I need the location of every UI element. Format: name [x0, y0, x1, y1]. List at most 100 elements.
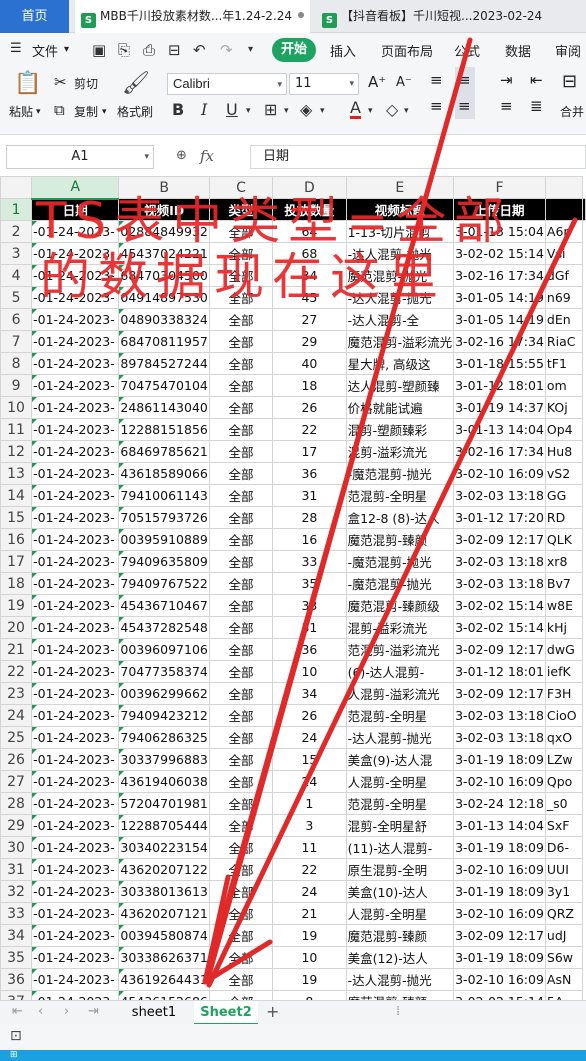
- borders-icon[interactable]: ⊞: [264, 100, 277, 119]
- table-cell[interactable]: -魔范混剪-抛光: [345, 572, 455, 595]
- align-center-icon[interactable]: ≡: [458, 97, 471, 115]
- table-cell[interactable]: dEn: [544, 308, 584, 331]
- scissors-icon[interactable]: ✂: [54, 73, 67, 91]
- paste-button[interactable]: 粘贴: [9, 103, 33, 120]
- table-cell[interactable]: -01-24-2023-: [31, 418, 120, 441]
- table-cell[interactable]: -01-24-2023-: [31, 506, 120, 529]
- eraser-icon[interactable]: ◇: [386, 100, 398, 119]
- table-cell[interactable]: 魔范混剪-臻颜级: [345, 594, 455, 617]
- table-cell[interactable]: 70477358374: [118, 660, 210, 683]
- table-cell[interactable]: (6)-达人混剪-: [345, 660, 455, 683]
- undo-icon[interactable]: ↶: [193, 41, 206, 59]
- table-cell[interactable]: 美盒(9)-达人混: [345, 748, 455, 771]
- header-cell[interactable]: 视频ID: [118, 198, 210, 221]
- table-cell[interactable]: 3-02-02 15:14: [453, 594, 546, 617]
- row-number[interactable]: 6: [0, 308, 33, 331]
- menu-start[interactable]: 开始: [272, 38, 316, 62]
- table-cell[interactable]: 17: [272, 440, 347, 463]
- table-cell[interactable]: 3-02-10 16:09: [453, 462, 546, 485]
- table-cell[interactable]: -01-24-2023-: [31, 352, 120, 375]
- row-number[interactable]: 8: [0, 352, 33, 375]
- row-number[interactable]: 5: [0, 286, 33, 309]
- save-icon[interactable]: ▣: [92, 41, 106, 59]
- table-cell[interactable]: 混剪-全明星舒: [345, 814, 455, 837]
- indent-icon[interactable]: ⇥: [500, 71, 513, 89]
- table-cell[interactable]: -01-24-2023-: [31, 550, 120, 573]
- table-cell[interactable]: 28: [272, 506, 347, 529]
- table-cell[interactable]: 3-02-24 12:18: [453, 792, 546, 815]
- font-size-select[interactable]: 11 ▾: [289, 73, 359, 95]
- column-header-g[interactable]: [544, 176, 584, 199]
- table-cell[interactable]: 45436152686: [118, 990, 210, 1000]
- table-cell[interactable]: 混剪-溢彩流光: [345, 616, 455, 639]
- font-color-icon[interactable]: A: [350, 100, 361, 119]
- table-cell[interactable]: 89784527244: [118, 352, 210, 375]
- next-sheet-icon[interactable]: ›: [64, 1004, 69, 1019]
- table-cell[interactable]: 原生混剪-全明: [345, 858, 455, 881]
- row-number[interactable]: 18: [0, 572, 33, 595]
- table-cell[interactable]: -01-24-2023-: [31, 286, 120, 309]
- table-cell[interactable]: -01-24-2023-: [31, 528, 120, 551]
- table-cell[interactable]: 45: [272, 286, 347, 309]
- table-cell[interactable]: KOj: [544, 396, 584, 419]
- table-cell[interactable]: 79406286325: [118, 726, 210, 749]
- row-number[interactable]: 36: [0, 968, 33, 991]
- last-sheet-icon[interactable]: ⇥: [88, 1004, 99, 1019]
- table-cell[interactable]: 3-02-03 13:18: [453, 726, 546, 749]
- prev-sheet-icon[interactable]: ‹: [38, 1004, 43, 1019]
- fill-color-icon[interactable]: ◈: [300, 100, 312, 119]
- table-cell[interactable]: 人混剪-全明星: [345, 770, 455, 793]
- redo-icon[interactable]: ↷: [220, 41, 233, 59]
- merge-cells-icon[interactable]: ⊟: [562, 71, 577, 92]
- table-cell[interactable]: 全部: [208, 220, 274, 243]
- table-cell[interactable]: 全部: [208, 704, 274, 727]
- table-cell[interactable]: 人混剪-溢彩流光: [345, 682, 455, 705]
- chevron-down-icon[interactable]: ▾: [320, 106, 325, 116]
- table-cell[interactable]: (11)-达人混剪-: [345, 836, 455, 859]
- row-number[interactable]: 1: [0, 198, 33, 221]
- sheet-tab-sheet2[interactable]: Sheet2: [194, 1001, 258, 1025]
- cut-button[interactable]: 剪切: [74, 75, 98, 92]
- table-cell[interactable]: 43620207121: [118, 902, 210, 925]
- table-cell[interactable]: 45437024221: [118, 242, 210, 265]
- column-header-c[interactable]: C: [208, 176, 274, 199]
- table-cell[interactable]: -01-24-2023-: [31, 770, 120, 793]
- table-cell[interactable]: 全部: [208, 880, 274, 903]
- table-cell[interactable]: 魔范混剪-臻颜: [345, 924, 455, 947]
- table-cell[interactable]: 34: [272, 264, 347, 287]
- table-cell[interactable]: 11: [272, 836, 347, 859]
- table-cell[interactable]: 02884849932: [118, 220, 210, 243]
- table-cell[interactable]: 魔范混剪-臻颜: [345, 990, 455, 1000]
- table-cell[interactable]: 12288705444: [118, 814, 210, 837]
- table-cell[interactable]: 3-01-19 18:09: [453, 880, 546, 903]
- row-number[interactable]: 27: [0, 770, 33, 793]
- table-cell[interactable]: QRZ: [544, 902, 584, 925]
- table-cell[interactable]: 21: [272, 902, 347, 925]
- table-cell[interactable]: iefK: [544, 660, 584, 683]
- chevron-down-icon[interactable]: ▾: [248, 44, 253, 55]
- table-cell[interactable]: Hu8: [544, 440, 584, 463]
- table-cell[interactable]: 26: [272, 704, 347, 727]
- chevron-down-icon[interactable]: ▾: [102, 107, 107, 117]
- row-number[interactable]: 4: [0, 264, 33, 287]
- table-cell[interactable]: 68470304500: [118, 264, 210, 287]
- table-cell[interactable]: 价格就能试遍: [345, 396, 455, 419]
- table-cell[interactable]: 全部: [208, 814, 274, 837]
- table-cell[interactable]: 8: [272, 990, 347, 1000]
- table-cell[interactable]: 魔范混剪-臻颜: [345, 528, 455, 551]
- table-cell[interactable]: 3y1: [544, 880, 584, 903]
- table-cell[interactable]: -01-24-2023-: [31, 814, 120, 837]
- table-cell[interactable]: 全部: [208, 462, 274, 485]
- table-cell[interactable]: -01-24-2023-: [31, 242, 120, 265]
- table-cell[interactable]: n69: [544, 286, 584, 309]
- table-cell[interactable]: 全部: [208, 374, 274, 397]
- outdent-icon[interactable]: ⇤: [530, 71, 543, 89]
- row-number[interactable]: 17: [0, 550, 33, 573]
- table-cell[interactable]: F3H: [544, 682, 584, 705]
- table-cell[interactable]: -01-24-2023-: [31, 484, 120, 507]
- table-cell[interactable]: -01-24-2023-: [31, 330, 120, 353]
- column-header-f[interactable]: F: [453, 176, 546, 199]
- row-number[interactable]: 31: [0, 858, 33, 881]
- table-cell[interactable]: 36: [272, 462, 347, 485]
- table-cell[interactable]: 3-02-10 16:09: [453, 770, 546, 793]
